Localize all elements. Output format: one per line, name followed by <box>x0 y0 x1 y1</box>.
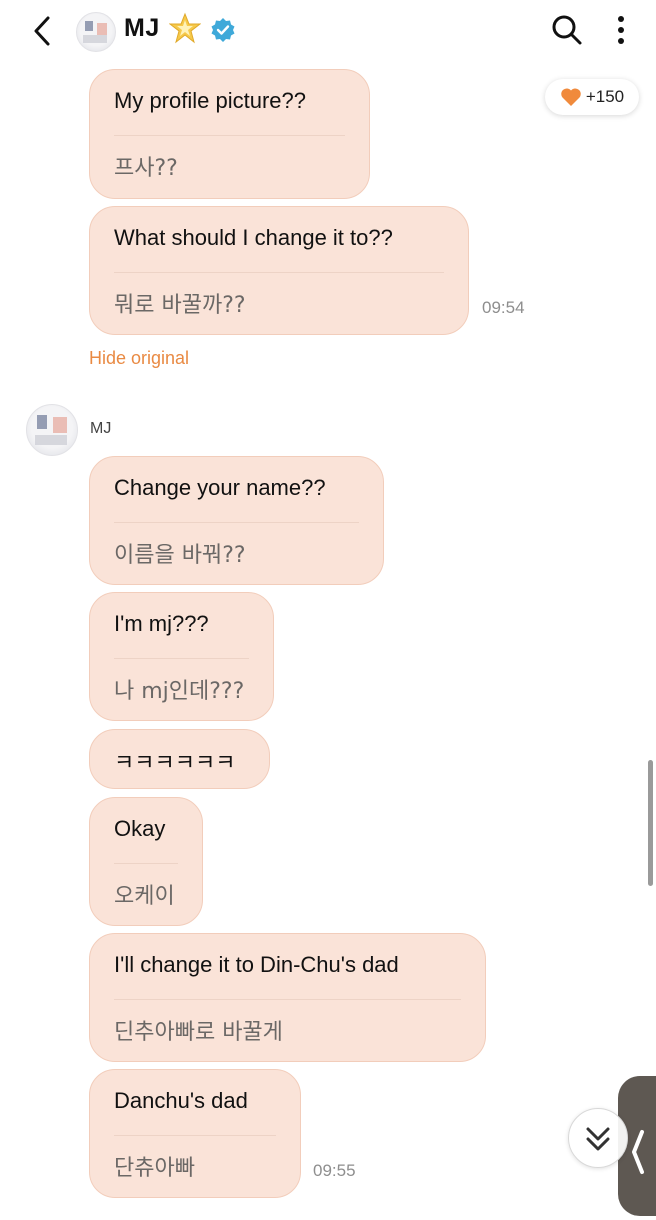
likes-counter[interactable]: +150 <box>545 79 639 115</box>
double-chevron-down-icon <box>586 1127 610 1151</box>
divider <box>114 999 461 1000</box>
divider <box>114 272 444 273</box>
back-arrow-icon[interactable] <box>26 12 62 50</box>
original-text: 단츄아빠 <box>114 1156 195 1181</box>
scrollbar[interactable] <box>648 760 653 886</box>
message-bubble[interactable]: ㅋㅋㅋㅋㅋㅋ <box>89 729 270 789</box>
message-text: Okay <box>114 816 166 841</box>
chat-header: MJ <box>0 0 656 62</box>
heart-icon <box>561 88 581 106</box>
message-bubble[interactable]: Danchu's dad 단츄아빠 <box>89 1069 301 1198</box>
chat-title: MJ <box>124 14 160 42</box>
message-text: I'm mj??? <box>114 611 209 636</box>
divider <box>114 522 359 523</box>
original-text: 이름을 바꿔?? <box>114 543 246 568</box>
message-text: ㅋㅋㅋㅋㅋㅋ <box>114 751 236 776</box>
message-text: What should I change it to?? <box>114 225 393 250</box>
original-text: 오케이 <box>114 884 175 909</box>
divider <box>114 658 249 659</box>
more-options-icon[interactable] <box>608 12 634 48</box>
divider <box>114 135 345 136</box>
message-bubble[interactable]: Okay 오케이 <box>89 797 203 926</box>
star-badge-icon <box>169 12 201 44</box>
original-text: 나 mj인데??? <box>114 679 245 704</box>
scroll-to-bottom-button[interactable] <box>568 1108 628 1168</box>
divider <box>114 863 178 864</box>
original-text: 딘추아빠로 바꿀게 <box>114 1020 283 1045</box>
sender-name: MJ <box>90 420 112 437</box>
verified-badge-icon <box>211 18 235 42</box>
divider <box>114 1135 276 1136</box>
search-icon[interactable] <box>550 12 584 48</box>
hide-original-link[interactable]: Hide original <box>89 348 189 369</box>
avatar[interactable] <box>76 12 116 52</box>
original-text: 프사?? <box>114 156 178 181</box>
likes-count: +150 <box>585 87 625 106</box>
message-text: Change your name?? <box>114 475 326 500</box>
sender-avatar[interactable] <box>26 404 78 456</box>
message-timestamp: 09:55 <box>313 1161 356 1180</box>
message-bubble[interactable]: I'm mj??? 나 mj인데??? <box>89 592 274 721</box>
message-bubble[interactable]: What should I change it to?? 뭐로 바꿀까?? <box>89 206 469 335</box>
message-timestamp: 09:54 <box>482 298 525 317</box>
message-bubble[interactable]: My profile picture?? 프사?? <box>89 69 370 199</box>
message-text: Danchu's dad <box>114 1088 248 1113</box>
message-bubble[interactable]: I'll change it to Din-Chu's dad 딘추아빠로 바꿀… <box>89 933 486 1062</box>
message-text: My profile picture?? <box>114 88 306 113</box>
original-text: 뭐로 바꿀까?? <box>114 293 246 318</box>
message-bubble[interactable]: Change your name?? 이름을 바꿔?? <box>89 456 384 585</box>
message-text: I'll change it to Din-Chu's dad <box>114 952 399 977</box>
